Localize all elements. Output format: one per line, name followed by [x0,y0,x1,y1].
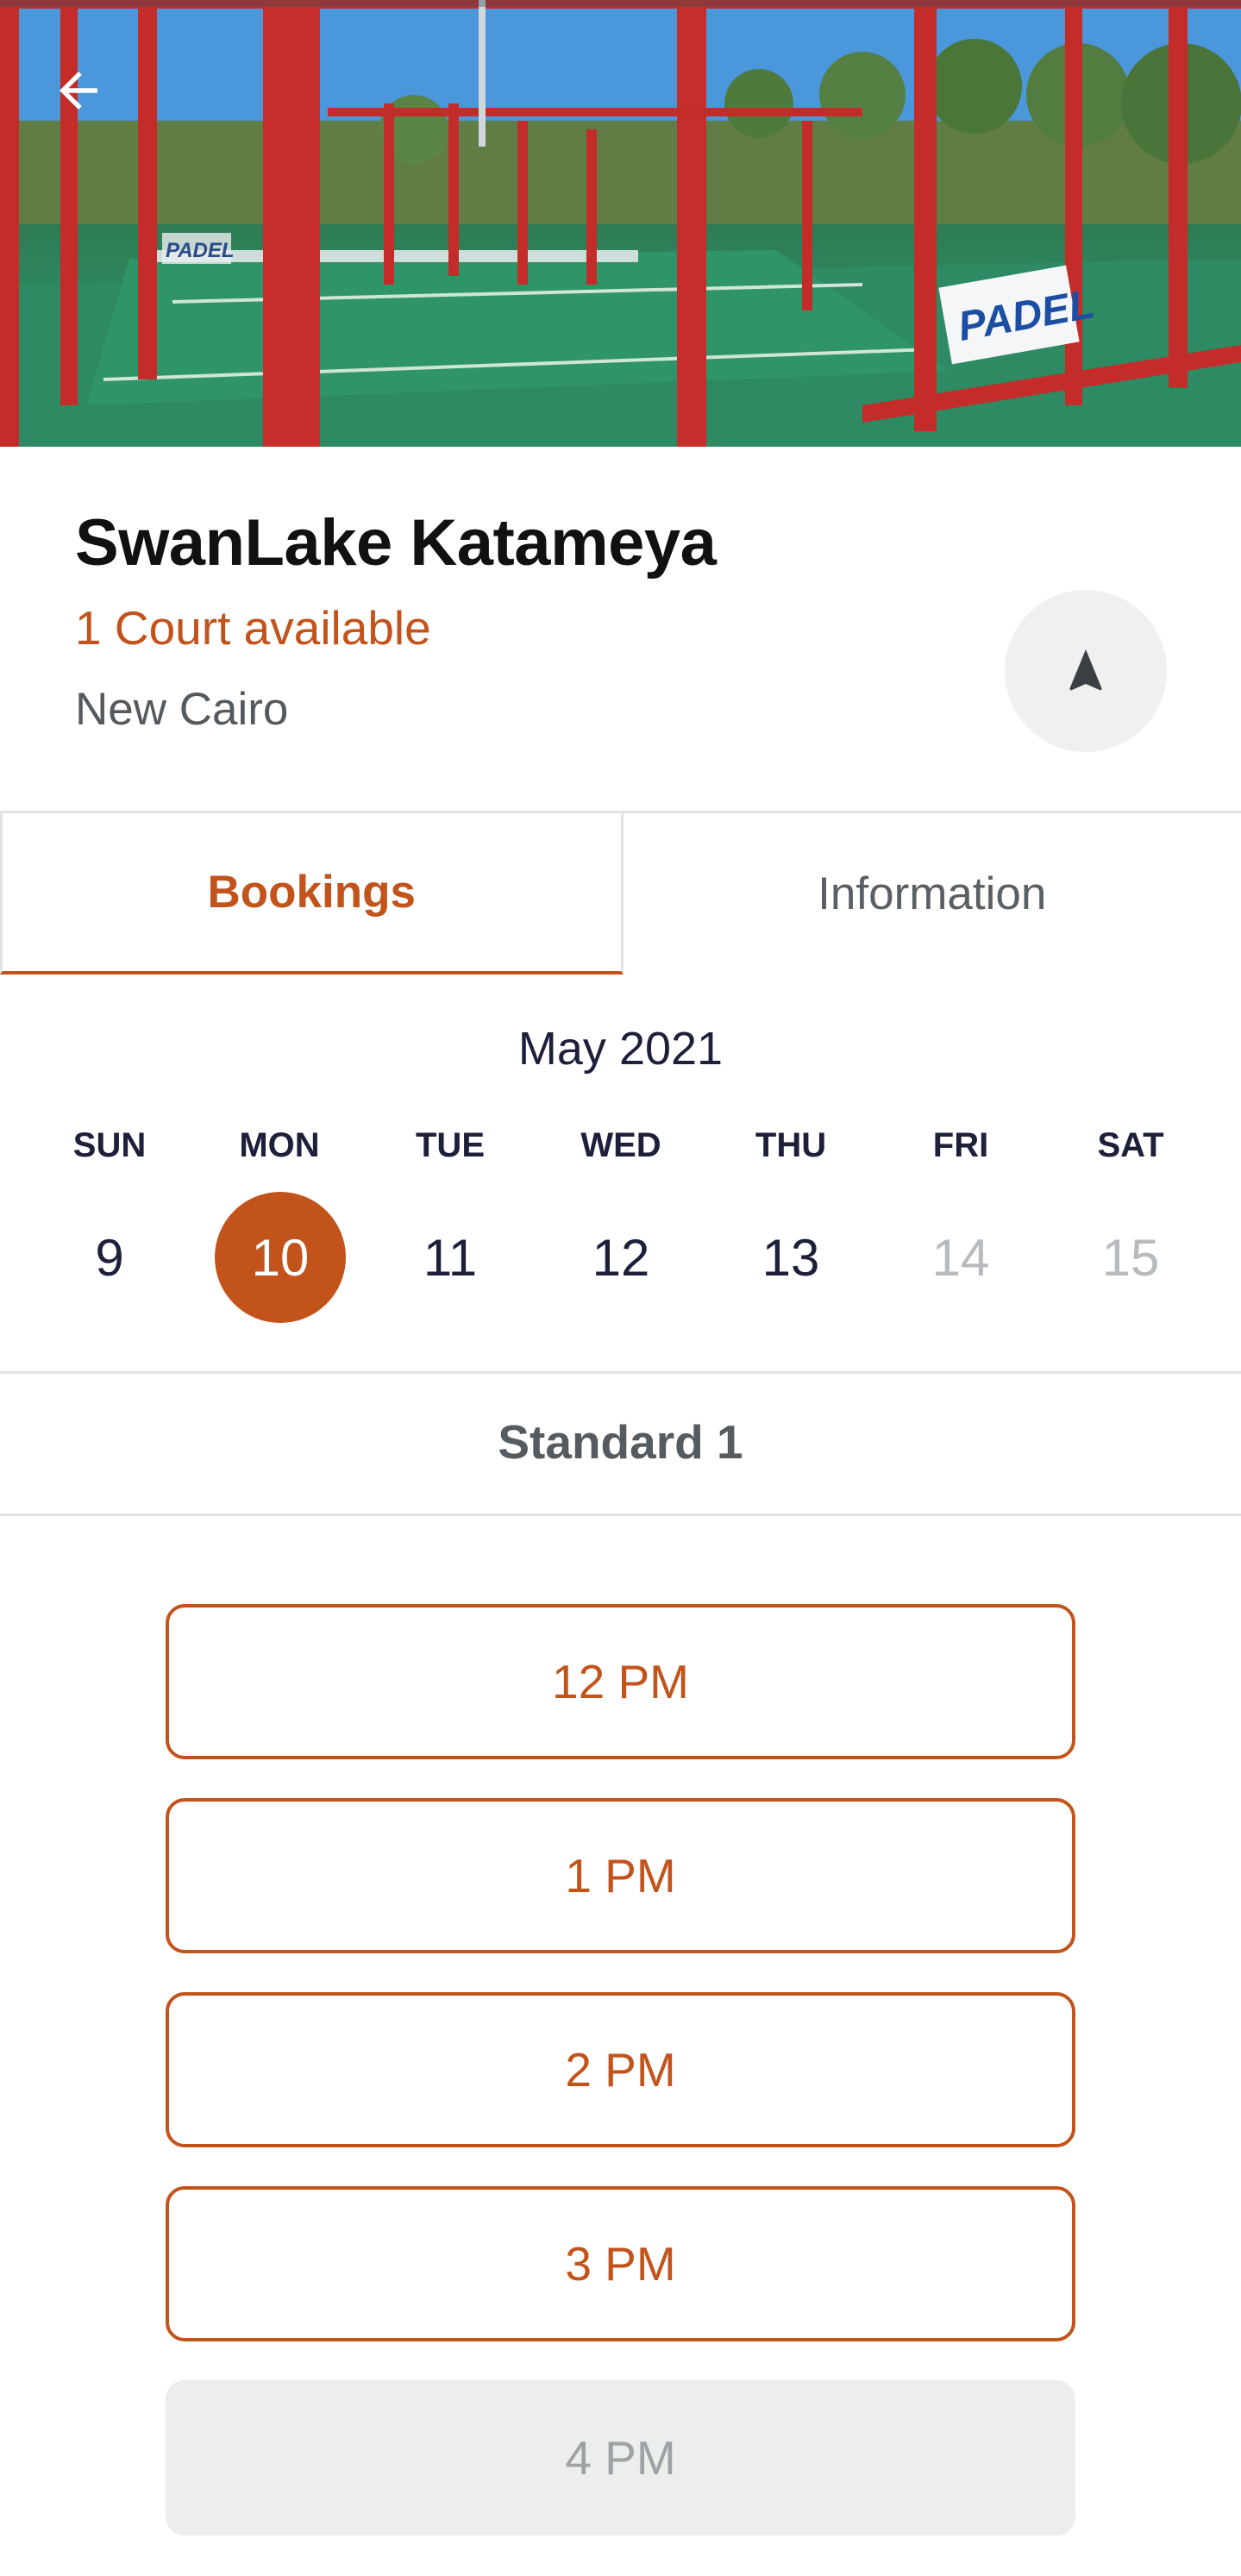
calendar-day-14: 14 [931,1228,990,1287]
weekday-sun: SUN [72,1126,147,1164]
calendar-days: 9 10 11 12 13 14 15 [0,1192,1241,1323]
navigation-arrow-icon [1069,649,1102,691]
directions-button[interactable] [1005,590,1167,752]
calendar-month-label: May 2021 [517,1023,724,1075]
weekday-mon: MON [239,1126,320,1164]
weekday-tue: TUE [416,1126,485,1164]
venue-tabs: Bookings Information [0,811,1241,975]
calendar-day-12[interactable]: 12 [555,1192,686,1323]
time-slot-3pm[interactable]: 3 PM [166,2186,1075,2341]
court-availability-text: 1 Court available [75,601,431,655]
calendar-day-11[interactable]: 11 [385,1192,516,1323]
calendar-day-9[interactable]: 9 [44,1192,175,1323]
calendar-day-15: 15 [1101,1228,1160,1287]
time-slot-1pm[interactable]: 1 PM [166,1798,1075,1953]
weekday-fri: FRI [932,1126,989,1164]
tab-bookings[interactable]: Bookings [0,811,624,975]
back-button[interactable] [50,62,128,140]
court-name-header: Standard 1 [498,1415,743,1469]
divider [0,1514,1241,1516]
weekday-thu: THU [755,1126,827,1164]
tab-information[interactable]: Information [624,813,1241,975]
calendar-day-13[interactable]: 13 [725,1192,856,1323]
time-slot-4pm-unavailable: 4 PM [166,2380,1075,2535]
venue-location: New Cairo [75,684,289,735]
venue-title: SwanLake Katameya [75,506,717,580]
arrow-left-icon [60,72,97,110]
weekday-wed: WED [580,1126,661,1164]
padel-court-photo: PADEL PADEL [0,0,1241,447]
divider [0,1371,1241,1374]
time-slot-2pm[interactable]: 2 PM [166,1992,1075,2147]
calendar-day-10-selected[interactable]: 10 [215,1192,346,1323]
venue-hero-image: PADEL PADEL [0,0,1241,447]
time-slot-12pm[interactable]: 12 PM [166,1604,1075,1759]
weekday-sat: SAT [1097,1126,1164,1164]
calendar-weekdays: SUN MON TUE WED THU FRI SAT [0,1126,1241,1178]
padel-sign-text-small: PADEL [166,239,235,262]
